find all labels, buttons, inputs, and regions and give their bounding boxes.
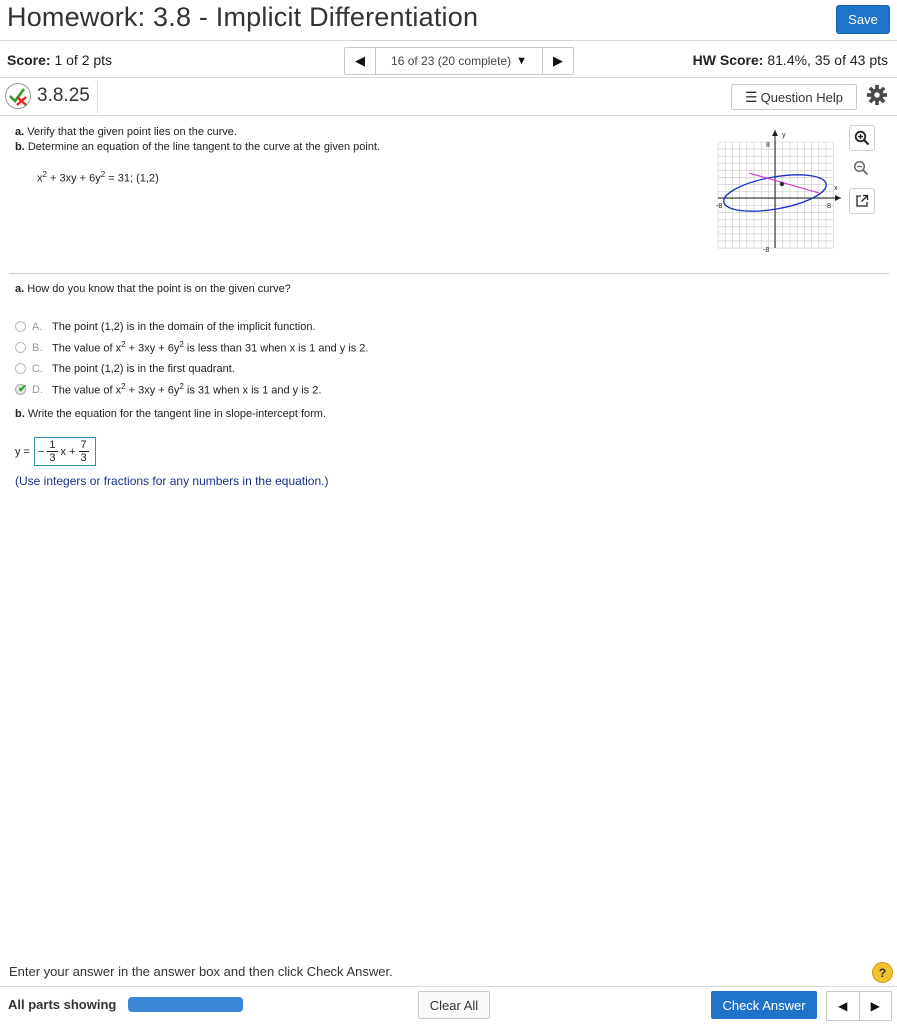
question-statement: a. Verify that the given point lies on t… [15, 125, 380, 155]
question-help-button[interactable]: ☰ Question Help [731, 84, 857, 110]
y-max-label: 8 [766, 142, 770, 149]
curve-equation: x2 + 3xy + 6y2 = 31; (1,2) [37, 170, 159, 185]
external-link-icon [856, 194, 869, 207]
answer-choices: A. The point (1,2) is in the domain of t… [15, 316, 368, 400]
question-navigator: ◀ 16 of 23 (20 complete) ▼ ▶ [344, 47, 574, 75]
zoom-out-icon [853, 160, 869, 176]
choice-a-text: The point (1,2) is in the domain of the … [52, 320, 316, 333]
clear-all-button[interactable]: Clear All [418, 991, 490, 1019]
choice-b-text: The value of x2 + 3xy + 6y2 is less than… [52, 340, 369, 355]
parts-progress-bar [128, 997, 243, 1012]
radio-button[interactable] [15, 342, 26, 353]
chevron-down-icon: ▼ [516, 55, 527, 67]
intercept-fraction: 7 3 [78, 439, 89, 464]
slope-fraction: 1 3 [47, 439, 58, 464]
zoom-in-icon [854, 130, 870, 146]
answer-middle: x + [60, 445, 76, 458]
zoom-out-button[interactable] [849, 156, 873, 180]
part-b-prompt: b. Write the equation for the tangent li… [15, 408, 327, 420]
choice-d[interactable]: ✔ D. The value of x2 + 3xy + 6y2 is 31 w… [15, 379, 368, 400]
hw-score-label: HW Score: [692, 52, 764, 68]
score-label: Score: [7, 52, 51, 68]
choice-c-text: The point (1,2) is in the first quadrant… [52, 362, 235, 375]
radio-button[interactable] [15, 321, 26, 332]
question-position: 16 of 23 (20 complete) [391, 54, 512, 68]
help-icon[interactable]: ? [872, 962, 893, 983]
footer-divider [0, 986, 897, 987]
question-number: 3.8.25 [37, 85, 90, 106]
page-title: Homework: 3.8 - Implicit Differentiation [7, 2, 479, 32]
zoom-in-button[interactable] [849, 125, 875, 151]
point-marker [779, 181, 785, 187]
checkmark-icon: ✔ [18, 383, 28, 395]
question-number-divider [97, 80, 98, 113]
answer-sign: − [37, 445, 45, 458]
y-axis-arrow [772, 130, 778, 136]
prev-question-button[interactable]: ◀ [345, 48, 375, 74]
question-divider [9, 273, 889, 274]
question-help-label: Question Help [760, 89, 843, 105]
question-selector[interactable]: 16 of 23 (20 complete) ▼ [375, 48, 543, 74]
answer-input-box[interactable]: − 1 3 x + 7 3 [33, 437, 96, 466]
graph-grid [717, 141, 834, 249]
prev-question-button[interactable]: ◀ [827, 992, 860, 1020]
x-axis-arrow [835, 195, 841, 201]
part-a-prompt: a. How do you know that the point is on … [15, 283, 291, 295]
hw-score: HW Score: 81.4%, 35 of 43 pts [693, 52, 888, 68]
answer-lhs: y = [15, 445, 30, 458]
save-button[interactable]: Save [836, 5, 890, 34]
x-axis-label: x [834, 185, 838, 192]
tangent-answer: y = − 1 3 x + 7 3 [15, 437, 96, 466]
hw-score-value: 81.4%, 35 of 43 pts [767, 52, 888, 68]
statement-part-b: b. Determine an equation of the line tan… [15, 141, 381, 153]
score: Score: 1 of 2 pts [7, 52, 112, 68]
all-parts-label: All parts showing [8, 997, 117, 1012]
header-divider [0, 40, 897, 41]
score-value: 1 of 2 pts [54, 52, 113, 68]
footer-navigator: ◀ ▶ [826, 991, 892, 1021]
open-graph-button[interactable] [849, 188, 875, 214]
question-id: 3.8.25 [4, 82, 90, 110]
question-header-divider [0, 115, 897, 116]
statement-part-a: a. Verify that the given point lies on t… [15, 126, 237, 138]
next-question-button[interactable]: ▶ [860, 992, 892, 1020]
check-answer-button[interactable]: Check Answer [711, 991, 817, 1019]
choice-c[interactable]: C. The point (1,2) is in the first quadr… [15, 358, 368, 379]
score-divider [0, 77, 897, 78]
answer-hint: (Use integers or fractions for any numbe… [15, 474, 329, 488]
choice-b[interactable]: B. The value of x2 + 3xy + 6y2 is less t… [15, 337, 368, 358]
x-max-label: 8 [827, 203, 831, 210]
partial-credit-icon [5, 83, 31, 109]
gear-icon[interactable] [866, 84, 888, 106]
choice-d-text: The value of x2 + 3xy + 6y2 is 31 when x… [52, 382, 322, 397]
next-question-button[interactable]: ▶ [543, 48, 573, 74]
list-icon: ☰ [745, 88, 758, 105]
curve-graph[interactable]: y x 8 -8 -8 8 [716, 128, 842, 252]
y-min-label: -8 [763, 247, 769, 252]
footer-instruction: Enter your answer in the answer box and … [9, 964, 393, 979]
choice-a[interactable]: A. The point (1,2) is in the domain of t… [15, 316, 368, 337]
radio-button[interactable] [15, 363, 26, 374]
y-axis-label: y [782, 132, 786, 139]
x-min-label: -8 [716, 203, 722, 210]
